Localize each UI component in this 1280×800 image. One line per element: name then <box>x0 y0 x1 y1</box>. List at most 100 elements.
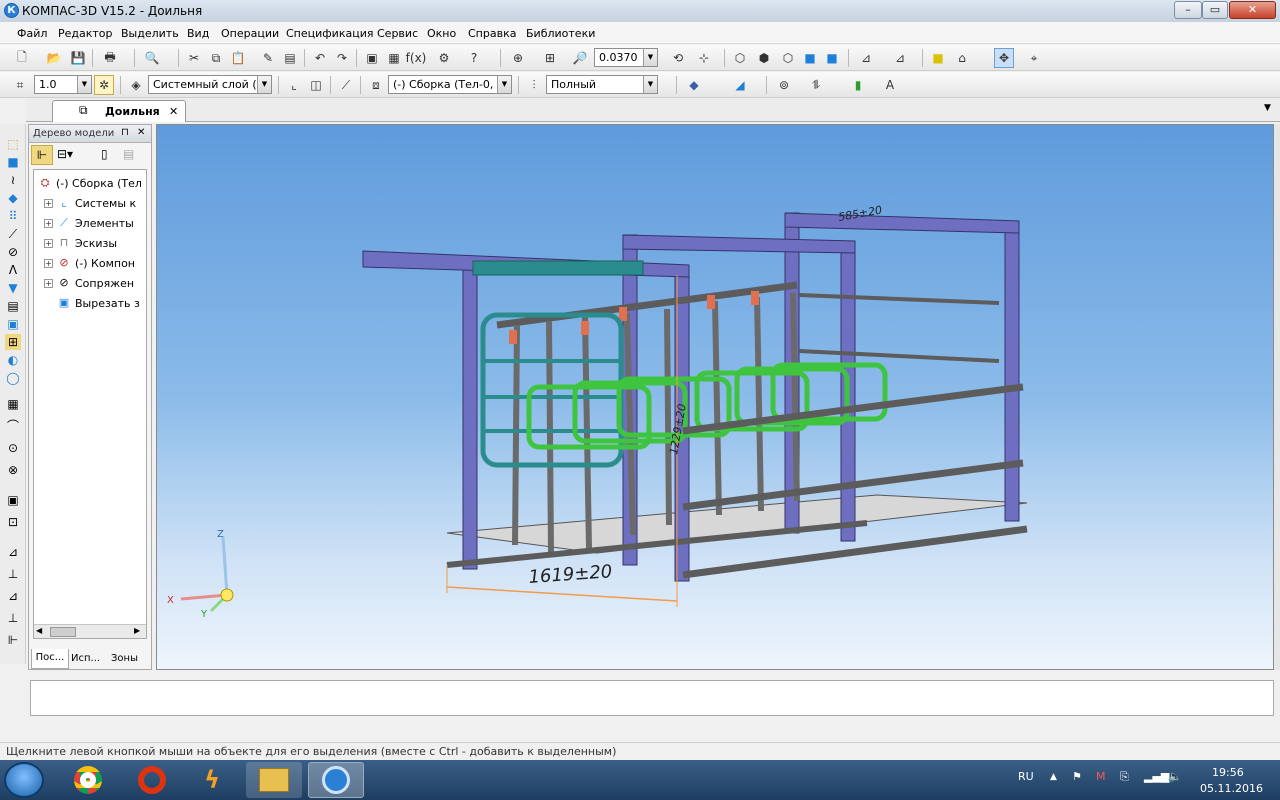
opera-icon[interactable] <box>124 762 180 798</box>
weld-panel-icon[interactable]: ⊙ <box>5 440 21 456</box>
display-combo[interactable]: Полный ▼ <box>546 75 658 94</box>
part-icon[interactable]: ⧈ <box>366 75 386 95</box>
volume-icon[interactable]: 🔈 <box>1168 770 1182 783</box>
sketch-icon[interactable]: ⌂ <box>952 48 972 68</box>
design-panel-icon[interactable]: ⊥ <box>5 610 21 626</box>
kompas-app-icon[interactable]: К <box>4 3 19 18</box>
expand-icon[interactable]: + <box>44 218 53 228</box>
array-icon[interactable]: ⠿ <box>5 208 21 224</box>
pin-icon[interactable]: ⊓ <box>121 127 129 138</box>
open-file-icon[interactable]: 📂 <box>44 48 64 68</box>
chrome-icon[interactable] <box>60 762 116 798</box>
thin-lines-icon[interactable]: ⬡ <box>778 48 798 68</box>
tree-item-components[interactable]: + ⊘ (-) Компон <box>44 256 135 270</box>
spline-icon[interactable]: ≀ <box>5 172 21 188</box>
scroll-thumb[interactable] <box>50 627 76 637</box>
surface-icon[interactable]: ◆ <box>5 190 21 206</box>
menu-specification[interactable]: Спецификация <box>286 27 373 40</box>
cables-panel-icon[interactable]: ⊗ <box>5 462 21 478</box>
tree-root[interactable]: ⛭ (-) Сборка (Тел <box>38 176 142 190</box>
manager-icon[interactable]: ▣ <box>362 48 382 68</box>
tray-arrow-icon[interactable]: ▲ <box>1050 772 1057 782</box>
copy-icon[interactable]: ⧉ <box>206 48 226 68</box>
sketch-panel-icon[interactable]: ⊿ <box>5 544 21 560</box>
local-cs-icon[interactable]: ⌞ <box>284 75 304 95</box>
menu-help[interactable]: Справка <box>468 27 516 40</box>
menu-window[interactable]: Окно <box>427 27 456 40</box>
explorer-icon[interactable] <box>246 762 302 798</box>
shaded-edges-icon[interactable]: ■ <box>822 48 842 68</box>
select-filter-icon[interactable]: ⊿ <box>890 48 910 68</box>
3d-viewport[interactable]: 1619±20 585±20 1229±20 Z X Y <box>156 124 1274 670</box>
mates-icon[interactable]: ⊚ <box>774 75 794 95</box>
expand-icon[interactable]: + <box>44 198 53 208</box>
section-icon[interactable]: ◢ <box>730 75 750 95</box>
library-panel-icon[interactable]: ⊩ <box>5 632 21 648</box>
snap-icon[interactable]: ✲ <box>94 75 114 95</box>
close-tab-icon[interactable]: ✕ <box>169 105 178 118</box>
expand-icon[interactable]: + <box>44 278 53 288</box>
close-button[interactable]: ✕ <box>1229 1 1276 19</box>
save-icon[interactable]: 💾 <box>68 48 88 68</box>
orientation-icon[interactable]: ⊹ <box>694 48 714 68</box>
variables-icon[interactable]: f(x) <box>406 48 427 68</box>
tree-item-cut[interactable]: ▣ Вырезать з <box>57 296 140 310</box>
layer-combo[interactable]: Системный слой (0) ▼ <box>148 75 272 94</box>
pointer-icon[interactable]: ✥ <box>994 48 1014 68</box>
menu-libraries[interactable]: Библиотеки <box>526 27 595 40</box>
property-panel[interactable] <box>30 680 1274 716</box>
tree-structure-icon[interactable]: ⊩ <box>31 145 53 165</box>
tree-view[interactable]: ⛭ (-) Сборка (Тел + ⌞ Системы к + ⟋ Элем… <box>33 169 147 639</box>
list-icon[interactable]: ▤ <box>280 48 300 68</box>
usb-icon[interactable]: ⎘ <box>1120 770 1129 784</box>
menu-view[interactable]: Вид <box>187 27 209 40</box>
shaded-icon[interactable]: ■ <box>800 48 820 68</box>
winamp-icon[interactable]: ϟ <box>184 762 240 798</box>
sheet-panel-icon[interactable]: ▦ <box>5 396 21 412</box>
menu-operations[interactable]: Операции <box>221 27 279 40</box>
undo-icon[interactable]: ↶ <box>310 48 330 68</box>
elements-panel-icon[interactable]: ◐ <box>5 352 21 368</box>
help-icon[interactable]: ? <box>464 48 484 68</box>
menu-service[interactable]: Сервис <box>377 27 418 40</box>
step-combo[interactable]: 1.0 ▼ <box>34 75 92 94</box>
menu-file[interactable]: Файл <box>17 27 47 40</box>
expand-icon[interactable]: + <box>44 258 53 268</box>
rotate-icon[interactable]: ⟲ <box>668 48 688 68</box>
measure-panel-icon[interactable]: Λ <box>5 262 21 278</box>
edit-assembly-icon[interactable]: ⬚ <box>5 136 21 152</box>
wireframe-icon[interactable]: ⬡ <box>730 48 750 68</box>
measure-icon[interactable]: ⌖ <box>1024 48 1044 68</box>
spec-panel-icon[interactable]: ▤ <box>5 298 21 314</box>
layer-icon[interactable]: ◈ <box>126 75 146 95</box>
tree-item-sketches[interactable]: + ⊓ Эскизы <box>44 236 117 250</box>
title-bar[interactable]: К КОМПАС-3D V15.2 - Доильня – ▭ ✕ <box>0 0 1280 22</box>
dimension-panel-icon[interactable]: ⊥ <box>5 566 21 582</box>
restore-button[interactable]: ▭ <box>1202 1 1228 19</box>
flag-icon[interactable]: ⚑ <box>1072 770 1082 783</box>
hidden-lines-icon[interactable]: ⬢ <box>754 48 774 68</box>
properties-icon[interactable]: ✎ <box>258 48 278 68</box>
reports-panel-icon[interactable]: ▣ <box>5 316 21 332</box>
part-combo[interactable]: (-) Сборка (Тел-0, С ▼ <box>388 75 512 94</box>
tree-doc-icon[interactable]: ▯ <box>101 147 108 161</box>
zoom-combo[interactable]: 0.0370 ▼ <box>594 48 658 67</box>
tree-hscrollbar[interactable]: ◀ ▶ <box>34 624 146 638</box>
clock-date[interactable]: 05.11.2016 <box>1200 782 1263 795</box>
zoom-fit-icon[interactable]: ⊕ <box>508 48 528 68</box>
tab-build[interactable]: Пос... <box>31 649 69 669</box>
viewport-scrollbar[interactable] <box>1274 124 1280 670</box>
start-button[interactable] <box>4 762 44 798</box>
display-icon[interactable]: ⫶ <box>524 75 544 95</box>
document-tab[interactable]: ⧉ Доильня ✕ <box>52 100 186 122</box>
language-indicator[interactable]: RU <box>1018 770 1034 783</box>
aux-geometry-icon[interactable]: ⟋ <box>5 226 21 242</box>
preview-icon[interactable]: 🔍 <box>142 48 162 68</box>
pipes-panel-icon[interactable]: ◯ <box>5 370 21 386</box>
zoom-icon[interactable]: 🔎 <box>570 48 590 68</box>
move-icon[interactable]: ⥮ <box>806 75 826 95</box>
component-icon[interactable]: ▮ <box>848 75 868 95</box>
calculator-icon[interactable]: ⚙ <box>434 48 454 68</box>
tree-item-systems[interactable]: + ⌞ Системы к <box>44 196 136 210</box>
model-canvas[interactable]: 1619±20 585±20 1229±20 Z X Y <box>157 125 1274 670</box>
